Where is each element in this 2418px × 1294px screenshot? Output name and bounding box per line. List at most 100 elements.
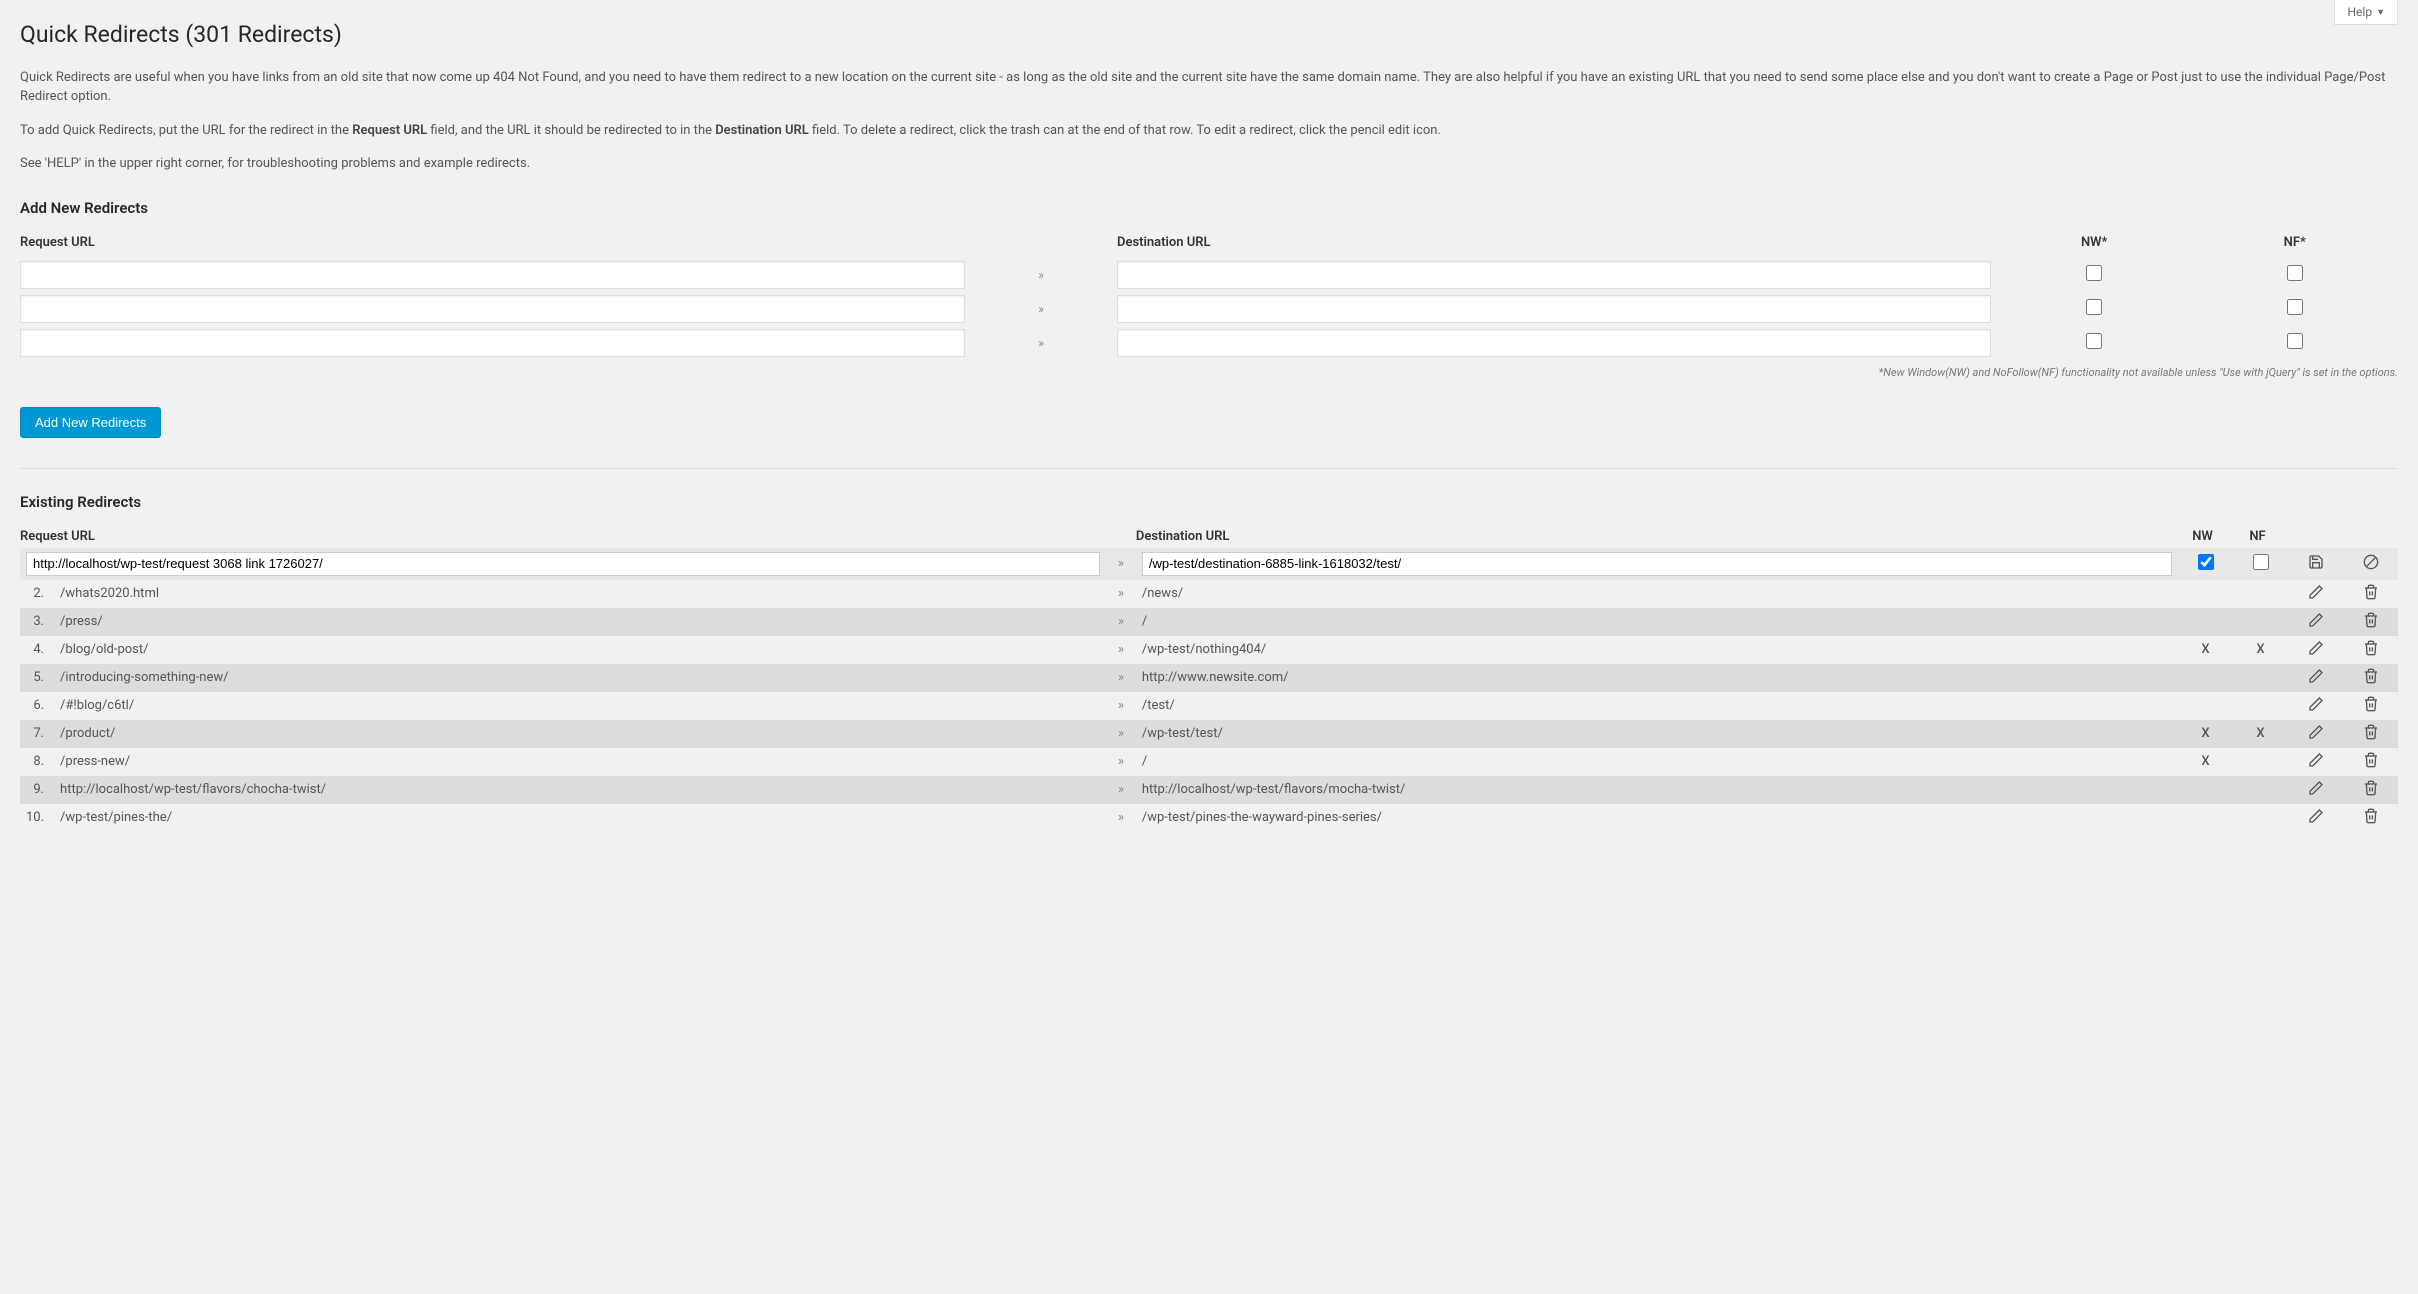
arrow-icon: »	[1106, 804, 1136, 832]
edit-destination-input[interactable]	[1142, 552, 2172, 576]
add-new-redirects-button[interactable]: Add New Redirects	[20, 407, 161, 438]
edit-nf-checkbox[interactable]	[2253, 554, 2269, 570]
row-nw	[2178, 608, 2233, 636]
row-destination: http://localhost/wp-test/flavors/mocha-t…	[1136, 776, 2178, 804]
destination-input[interactable]	[1117, 295, 1991, 323]
add-new-panel: Add New Redirects Request URL Destinatio…	[20, 199, 2398, 438]
row-request: http://localhost/wp-test/flavors/chocha-…	[54, 776, 1106, 804]
row-index: 5.	[20, 664, 54, 692]
pencil-icon[interactable]	[2308, 668, 2324, 684]
pencil-icon[interactable]	[2308, 724, 2324, 740]
arrow-icon: »	[971, 292, 1117, 326]
nf-checkbox[interactable]	[2287, 265, 2303, 281]
row-index: 7.	[20, 720, 54, 748]
row-nf	[2233, 692, 2288, 720]
row-nf	[2233, 776, 2288, 804]
pencil-icon[interactable]	[2308, 612, 2324, 628]
arrow-icon: »	[1106, 692, 1136, 720]
request-input[interactable]	[20, 295, 965, 323]
intro-p3: See 'HELP' in the upper right corner, fo…	[20, 154, 2398, 174]
row-request: /product/	[54, 720, 1106, 748]
trash-icon[interactable]	[2363, 724, 2379, 740]
row-request: /#!blog/c6tl/	[54, 692, 1106, 720]
existing-panel: Existing Redirects Request URL Destinati…	[20, 493, 2398, 832]
trash-icon[interactable]	[2363, 780, 2379, 796]
pencil-icon[interactable]	[2308, 808, 2324, 824]
row-index: 6.	[20, 692, 54, 720]
arrow-icon: »	[1106, 720, 1136, 748]
table-row: 9.http://localhost/wp-test/flavors/choch…	[20, 776, 2398, 804]
trash-icon[interactable]	[2363, 696, 2379, 712]
row-nf	[2233, 804, 2288, 832]
destination-input[interactable]	[1117, 261, 1991, 289]
existing-heading: Existing Redirects	[20, 493, 2398, 511]
row-nw	[2178, 776, 2233, 804]
edit-nw-checkbox[interactable]	[2198, 554, 2214, 570]
arrow-icon: »	[1106, 748, 1136, 776]
table-row: 3./press/»/	[20, 608, 2398, 636]
arrow-icon: »	[1106, 548, 1136, 580]
cancel-icon[interactable]	[2363, 554, 2379, 570]
row-request: /introducing-something-new/	[54, 664, 1106, 692]
pencil-icon[interactable]	[2308, 752, 2324, 768]
table-row: 5./introducing-something-new/»http://www…	[20, 664, 2398, 692]
help-tab[interactable]: Help ▼	[2334, 0, 2398, 25]
row-destination: /test/	[1136, 692, 2178, 720]
nw-checkbox[interactable]	[2086, 333, 2102, 349]
chevron-down-icon: ▼	[2376, 7, 2385, 18]
save-icon[interactable]	[2308, 554, 2324, 570]
table-row: 8./press-new/»/X	[20, 748, 2398, 776]
request-input[interactable]	[20, 329, 965, 357]
row-index: 10.	[20, 804, 54, 832]
row-index: 3.	[20, 608, 54, 636]
row-request: /press/	[54, 608, 1106, 636]
pencil-icon[interactable]	[2308, 696, 2324, 712]
arrow-icon: »	[971, 258, 1117, 292]
request-input[interactable]	[20, 261, 965, 289]
row-destination: /	[1136, 608, 2178, 636]
col-nw-header: NW*	[1997, 235, 2198, 258]
page-title: Quick Redirects (301 Redirects)	[20, 20, 2398, 50]
row-nw	[2178, 804, 2233, 832]
nw-checkbox[interactable]	[2086, 299, 2102, 315]
ex-col-nw-header: NW	[2178, 529, 2233, 548]
pencil-icon[interactable]	[2308, 584, 2324, 600]
row-request: /wp-test/pines-the/	[54, 804, 1106, 832]
add-heading: Add New Redirects	[20, 199, 2398, 217]
row-request: /press-new/	[54, 748, 1106, 776]
ex-col-nf-header: NF	[2233, 529, 2288, 548]
col-destination-header: Destination URL	[1117, 235, 1997, 258]
nf-checkbox[interactable]	[2287, 333, 2303, 349]
row-nf: X	[2233, 636, 2288, 664]
row-nw	[2178, 692, 2233, 720]
row-index: 4.	[20, 636, 54, 664]
arrow-icon: »	[1106, 608, 1136, 636]
pencil-icon[interactable]	[2308, 640, 2324, 656]
table-row: 10./wp-test/pines-the/»/wp-test/pines-th…	[20, 804, 2398, 832]
destination-input[interactable]	[1117, 329, 1991, 357]
col-request-header: Request URL	[20, 235, 971, 258]
table-row: 7./product/»/wp-test/test/XX	[20, 720, 2398, 748]
pencil-icon[interactable]	[2308, 780, 2324, 796]
divider	[20, 468, 2398, 469]
row-destination: /wp-test/nothing404/	[1136, 636, 2178, 664]
edit-request-input[interactable]	[26, 552, 1100, 576]
nw-checkbox[interactable]	[2086, 265, 2102, 281]
row-index: 2.	[20, 580, 54, 608]
ex-col-request-header: Request URL	[20, 529, 1106, 548]
row-nf	[2233, 748, 2288, 776]
row-nw	[2178, 580, 2233, 608]
trash-icon[interactable]	[2363, 808, 2379, 824]
trash-icon[interactable]	[2363, 640, 2379, 656]
trash-icon[interactable]	[2363, 752, 2379, 768]
row-nw	[2178, 664, 2233, 692]
row-destination: http://www.newsite.com/	[1136, 664, 2178, 692]
nf-checkbox[interactable]	[2287, 299, 2303, 315]
row-nf	[2233, 664, 2288, 692]
trash-icon[interactable]	[2363, 584, 2379, 600]
arrow-icon: »	[1106, 580, 1136, 608]
row-destination: /wp-test/pines-the-wayward-pines-series/	[1136, 804, 2178, 832]
arrow-icon: »	[1106, 636, 1136, 664]
trash-icon[interactable]	[2363, 668, 2379, 684]
trash-icon[interactable]	[2363, 612, 2379, 628]
